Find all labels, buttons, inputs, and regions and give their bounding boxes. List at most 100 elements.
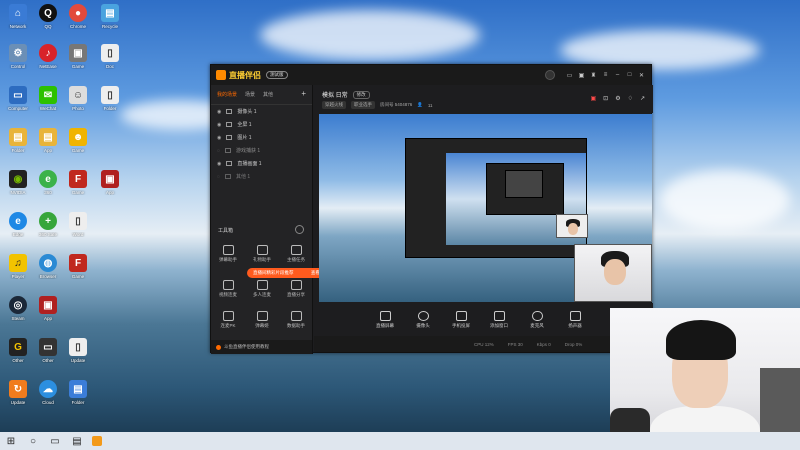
menu-icon[interactable]: ≡ (602, 72, 609, 78)
maximize-icon[interactable]: □ (626, 72, 633, 78)
lock-icon[interactable]: ⊡ (603, 95, 608, 102)
tool-item[interactable]: 礼物助手 (249, 245, 275, 263)
eye-icon[interactable]: ◉ (217, 161, 221, 167)
tool-item[interactable]: 弹幕姬 (249, 311, 275, 329)
desktop-icon[interactable]: ▣ App (96, 170, 124, 195)
source-item[interactable]: ◉ 摄像头 1 (211, 105, 312, 118)
speaker-button[interactable]: 扬声器 (562, 311, 588, 329)
desktop-icon[interactable]: ☻ Game (64, 128, 92, 153)
stream-preview[interactable] (319, 114, 652, 302)
desktop-icon[interactable]: ⚙ Control (4, 44, 32, 69)
eye-icon[interactable]: ◉ (217, 122, 221, 128)
camera-button[interactable]: 摄像头 (410, 311, 436, 329)
tool-item[interactable]: 多人连麦 (249, 280, 275, 298)
eye-icon[interactable]: ◉ (217, 109, 221, 115)
microphone-button[interactable]: 麦克风 (524, 311, 550, 329)
eye-icon[interactable]: ◌ (217, 174, 220, 180)
desktop-icon[interactable]: ◍ Browser (34, 254, 62, 279)
source-item[interactable]: ◌ 游戏捕获 1 (211, 144, 312, 157)
gift-icon[interactable]: ▣ (578, 72, 585, 79)
share-icon (290, 280, 302, 290)
monitor-icon: ▭ (39, 338, 57, 356)
desktop-icon[interactable]: ▭ Computer (4, 86, 32, 111)
add-icon[interactable]: + (301, 89, 306, 98)
message-icon[interactable]: ▭ (566, 72, 573, 79)
app-icon[interactable] (92, 436, 102, 446)
desktop-icon[interactable]: ▤ Recycle (96, 4, 124, 29)
tutorial-link[interactable]: 斗鱼直播伴侣使用教程 (211, 340, 312, 354)
desktop-icon[interactable]: ◎ Steam (4, 296, 32, 321)
desktop-icon[interactable]: F Game (64, 170, 92, 195)
tab-scenes[interactable]: 场景 (245, 91, 255, 98)
desktop-icon[interactable]: ◉ NVIDIA (4, 170, 32, 195)
viewer-icon: 👤 (417, 102, 423, 107)
app-logo-icon (216, 70, 226, 80)
desktop-icon[interactable]: ♫ Player (4, 254, 32, 279)
desktop-icon[interactable]: ▯ Update (64, 338, 92, 363)
app-icon: ▣ (101, 170, 119, 188)
tool-item[interactable]: 数据助手 (283, 311, 309, 329)
desktop-icon[interactable]: ● Chrome (64, 4, 92, 29)
desktop-icon[interactable]: +360 Safe (34, 212, 62, 237)
browser-360-icon: e (39, 170, 57, 188)
desktop-icon[interactable]: e Edge (4, 212, 32, 237)
file-explorer-icon[interactable]: ▤ (70, 436, 84, 447)
edit-button[interactable]: 修改 (352, 90, 370, 99)
desktop-icon[interactable]: ▣ Game (64, 44, 92, 69)
desktop-icon[interactable]: ♪ NetEase (34, 44, 62, 69)
tab-my-scenes[interactable]: 我的场景 (217, 91, 237, 98)
tool-item[interactable]: 连麦PK (215, 311, 241, 329)
desktop-icon[interactable]: ▤ Folder (4, 128, 32, 153)
shield-icon: + (39, 212, 57, 230)
source-item[interactable]: ◌ 其他 1 (211, 170, 312, 183)
windows-icon[interactable]: ⊞ (4, 436, 18, 447)
desktop-icon[interactable]: F Game (64, 254, 92, 279)
tab-other[interactable]: 其他 (263, 91, 273, 98)
screen-capture-button[interactable]: 直播屏幕 (372, 311, 398, 329)
desktop-icon[interactable]: e 360 (34, 170, 62, 195)
add-window-button[interactable]: 添加窗口 (486, 311, 512, 329)
desktop-icon[interactable]: ▤ Folder (64, 380, 92, 405)
desktop-icon[interactable]: ⌂ Network (4, 4, 32, 29)
desktop-icon[interactable]: G Other (4, 338, 32, 363)
desktop-icon[interactable]: Q QQ (34, 4, 62, 29)
tool-item[interactable]: 主播任务 (283, 245, 309, 263)
desktop-icon[interactable]: ▭ Other (34, 338, 62, 363)
toolbox-toggle[interactable] (295, 225, 304, 234)
settings-icon[interactable]: ⚙ (615, 95, 620, 102)
source-item[interactable]: ◉ 直播画面 1 (211, 157, 312, 170)
bell-icon[interactable]: ♢ (628, 95, 633, 102)
share-icon[interactable]: ↗ (640, 95, 645, 102)
desktop-icon[interactable]: ↻ Update (4, 380, 32, 405)
search-icon[interactable]: ○ (26, 436, 40, 447)
desktop-icon[interactable]: ▤ App (34, 128, 62, 153)
desktop-icon[interactable]: ▯ Folder (96, 86, 124, 111)
tool-item[interactable]: 直播分享 (283, 280, 309, 298)
desktop-icon[interactable]: ▯ Doc (96, 44, 124, 69)
source-item[interactable]: ◉ 全屏 1 (211, 118, 312, 131)
app-icon: G (9, 338, 27, 356)
record-icon[interactable]: ▣ (590, 95, 596, 102)
room-meta: 穿越火线 职业选手 房间号 5404876 👤 11 (322, 101, 433, 109)
close-icon[interactable]: ✕ (638, 72, 645, 79)
shirt-icon[interactable]: ♜ (590, 72, 597, 79)
desktop-icon[interactable]: ▯ Word (64, 212, 92, 237)
microphone-icon (531, 311, 543, 321)
minimize-icon[interactable]: – (614, 72, 621, 78)
desktop-icon[interactable]: ☺ Photo (64, 86, 92, 111)
eye-icon[interactable]: ◉ (217, 135, 221, 141)
desktop-icon[interactable]: ☁ Cloud (34, 380, 62, 405)
desktop-icon[interactable]: ▣ App (34, 296, 62, 321)
eye-icon[interactable]: ◌ (217, 148, 220, 154)
phone-cast-button[interactable]: 手机投屏 (448, 311, 474, 329)
version-badge[interactable]: 测试版 (266, 71, 288, 79)
category-tag[interactable]: 穿越火线 (322, 101, 346, 109)
label-tag[interactable]: 职业选手 (351, 101, 375, 109)
avatar[interactable] (545, 70, 555, 80)
tool-item[interactable]: 弹幕助手 (215, 245, 241, 263)
source-item[interactable]: ◉ 图片 1 (211, 131, 312, 144)
tool-item[interactable]: 视频连麦 (215, 280, 241, 298)
desktop-icon[interactable]: ✉ WeChat (34, 86, 62, 111)
task-view-icon[interactable]: ▭ (48, 436, 62, 447)
game-icon (224, 148, 231, 153)
